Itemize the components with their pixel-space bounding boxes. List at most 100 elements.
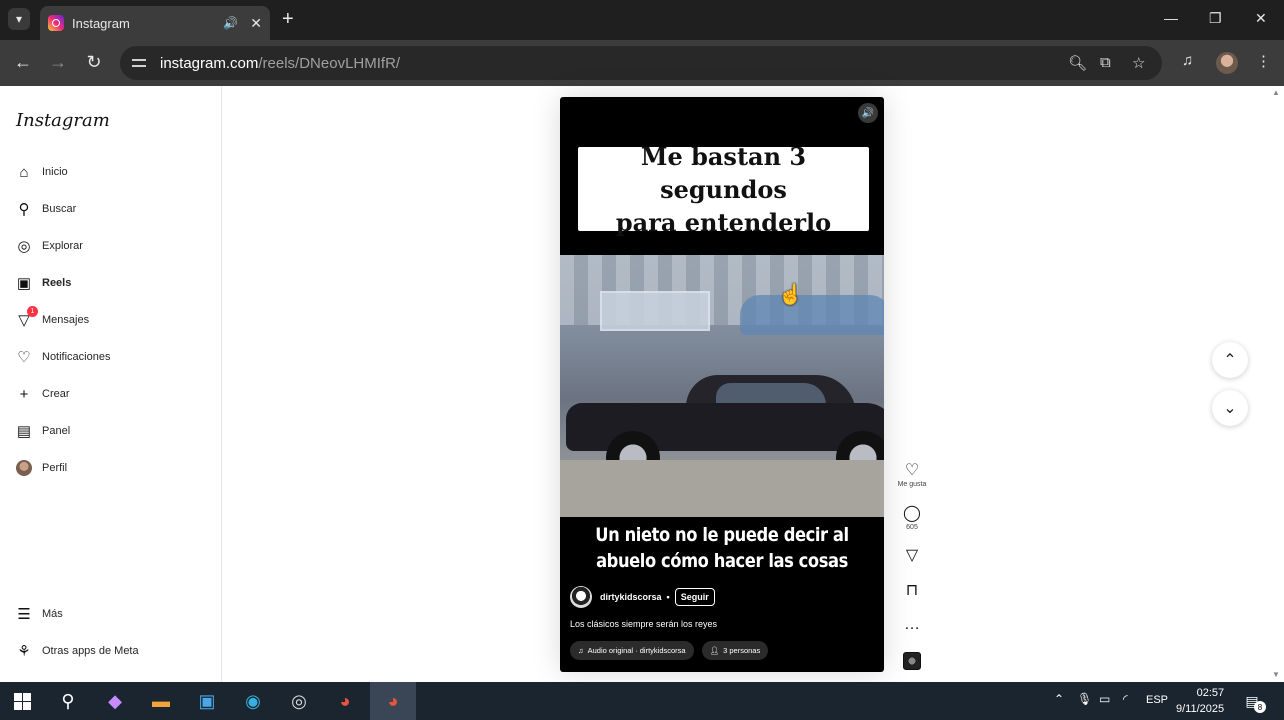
notification-count: 8 — [1254, 701, 1266, 713]
sidebar-item-label: Reels — [42, 277, 72, 289]
author-username[interactable]: dirtykidscorsa — [600, 592, 662, 602]
audio-owner-thumbnail[interactable] — [903, 652, 921, 670]
compass-icon: ◎ — [17, 238, 31, 255]
audio-label: Audio original · dirtykidscorsa — [587, 646, 686, 655]
bookmark-star-icon[interactable]: ☆ — [1132, 54, 1145, 72]
tab-audio-icon[interactable]: 🔊 — [223, 16, 238, 30]
sidebar-item-label: Perfil — [42, 462, 68, 474]
heart-icon: ♡ — [904, 462, 920, 479]
browser-toolbar: ← → ↻ instagram.com/reels/DNeovLHMIfR/ 🔍… — [0, 40, 1284, 86]
instagram-page: Instagram ⌂ Inicio ⚲ Buscar ◎ Explorar ▣… — [0, 86, 1284, 682]
meta-apps-icon: ⚘ — [17, 643, 31, 660]
language-indicator[interactable]: ESP — [1146, 694, 1168, 706]
messages-icon: ▽ 1 — [14, 306, 38, 330]
sidebar-item-notificaciones[interactable]: ♡ Notificaciones — [14, 345, 110, 369]
sidebar: Instagram ⌂ Inicio ⚲ Buscar ◎ Explorar ▣… — [0, 86, 222, 682]
search-icon[interactable]: ⚲ — [55, 688, 81, 714]
file-explorer-icon[interactable]: ▬ — [148, 688, 174, 714]
hamburger-menu-icon: ☰ — [17, 606, 31, 623]
classic-car — [566, 375, 884, 485]
tagged-people-chip[interactable]: 👤︎ 3 personas — [701, 641, 769, 660]
previous-reel-button[interactable]: ⌃ — [1212, 342, 1248, 378]
more-options-button[interactable]: … — [896, 616, 928, 634]
reel-chips: ♫ Audio original · dirtykidscorsa 👤︎ 3 per… — [570, 641, 769, 660]
restore-button[interactable]: ❐ — [1209, 10, 1222, 27]
sidebar-item-label: Panel — [42, 425, 71, 437]
tab-search-button[interactable]: ▾ — [8, 8, 30, 30]
browser-tab-bar: ▾ Instagram 🔊 ✕ + — ❐ ✕ — [0, 0, 1284, 40]
heart-icon: ♡ — [17, 349, 31, 366]
hand-cursor-icon: ☝ — [778, 284, 803, 306]
sidebar-more[interactable]: ☰ Más — [14, 602, 63, 626]
obs-icon[interactable]: ◎ — [286, 688, 312, 714]
track-sign — [600, 291, 710, 331]
tray-overflow-icon[interactable]: ⌃ — [1054, 692, 1064, 706]
scrollbar-down-arrow-icon[interactable]: ▼ — [1272, 670, 1280, 679]
store-icon[interactable]: ▣ — [194, 688, 220, 714]
sidebar-item-label: Explorar — [42, 240, 83, 252]
save-button[interactable]: ⊓ — [896, 582, 928, 600]
chrome-profile-icon[interactable]: ◕ — [332, 688, 358, 714]
copilot-icon[interactable]: ◆ — [102, 688, 128, 714]
instagram-logo[interactable]: Instagram — [16, 110, 110, 131]
author-avatar[interactable] — [570, 586, 592, 608]
minimize-button[interactable]: — — [1164, 10, 1178, 26]
edge-icon[interactable]: ◉ — [240, 688, 266, 714]
sidebar-item-mensajes[interactable]: ▽ 1 Mensajes — [14, 306, 89, 332]
notification-center-icon[interactable]: ▤ 8 — [1240, 690, 1266, 713]
instagram-favicon-icon — [48, 15, 64, 31]
avatar — [14, 458, 34, 478]
sidebar-item-reels[interactable]: ▣ Reels — [14, 271, 71, 295]
windows-start-icon[interactable] — [9, 688, 35, 714]
tab-title: Instagram — [72, 15, 130, 31]
reload-button[interactable]: ↻ — [83, 52, 105, 73]
back-button[interactable]: ← — [12, 52, 34, 73]
url-path: /reels/DNeovLHMIfR/ — [258, 54, 401, 72]
share-button[interactable]: ▽ — [896, 547, 928, 565]
paper-plane-icon: ▽ — [905, 547, 919, 564]
url-host: instagram.com — [160, 54, 259, 72]
browser-tab[interactable]: Instagram 🔊 ✕ — [40, 6, 270, 40]
sidebar-meta-apps[interactable]: ⚘ Otras apps de Meta — [14, 639, 138, 663]
person-icon: 👤︎ — [709, 646, 720, 655]
audio-chip[interactable]: ♫ Audio original · dirtykidscorsa — [570, 641, 694, 660]
scrollbar-up-arrow-icon[interactable]: ▲ — [1272, 88, 1280, 97]
site-info-icon[interactable] — [132, 56, 150, 70]
microphone-icon[interactable]: 🎙︎ — [1077, 692, 1092, 706]
sidebar-item-buscar[interactable]: ⚲ Buscar — [14, 197, 77, 221]
tab-close-icon[interactable]: ✕ — [250, 15, 262, 32]
wifi-icon[interactable]: ◜ — [1123, 692, 1128, 706]
browser-profile-avatar[interactable] — [1216, 52, 1238, 74]
sidebar-item-explorar[interactable]: ◎ Explorar — [14, 234, 83, 258]
install-app-icon[interactable]: ⧉ — [1100, 54, 1111, 71]
forward-button[interactable]: → — [47, 52, 69, 73]
next-reel-button[interactable]: ⌄ — [1212, 390, 1248, 426]
follow-button[interactable]: Seguir — [674, 588, 715, 606]
sidebar-item-label: Crear — [42, 388, 70, 400]
reel-video[interactable]: 🔊 Me bastan 3 segundos para entenderlo U… — [560, 97, 884, 672]
browser-menu-icon[interactable]: ⋮ — [1256, 52, 1271, 70]
sidebar-item-panel[interactable]: ▤ Panel — [14, 419, 70, 443]
media-controls-icon[interactable]: ♫ — [1182, 52, 1193, 69]
sidebar-item-inicio[interactable]: ⌂ Inicio — [14, 160, 67, 184]
chrome-icon[interactable]: ◕ — [380, 688, 406, 714]
dashboard-icon: ▤ — [16, 423, 32, 440]
sidebar-more-label: Más — [42, 608, 63, 620]
clock-date: 9/11/2025 — [1176, 703, 1225, 715]
comments-count: 605 — [906, 524, 918, 531]
sidebar-item-perfil[interactable]: Perfil — [14, 456, 67, 480]
close-window-button[interactable]: ✕ — [1255, 10, 1267, 27]
system-clock[interactable]: 02:57 9/11/2025 — [1176, 685, 1224, 717]
sidebar-item-crear[interactable]: + Crear — [14, 382, 70, 406]
reels-icon: ▣ — [16, 275, 32, 292]
like-button[interactable]: ♡ Me gusta — [896, 462, 928, 488]
sound-toggle-icon[interactable]: 🔊 — [858, 103, 878, 123]
home-icon: ⌂ — [19, 163, 29, 181]
zoom-icon[interactable]: 🔍︎ — [1068, 54, 1087, 72]
reel-description: Los clásicos siempre serán los reyes — [570, 619, 718, 629]
new-tab-button[interactable]: + — [282, 9, 294, 29]
battery-icon[interactable]: ▭ — [1099, 692, 1110, 706]
clock-time: 02:57 — [1196, 687, 1225, 699]
address-bar[interactable]: instagram.com/reels/DNeovLHMIfR/ 🔍︎ ⧉ ☆ — [120, 46, 1162, 80]
comment-button[interactable]: ◯ 605 — [896, 505, 928, 531]
